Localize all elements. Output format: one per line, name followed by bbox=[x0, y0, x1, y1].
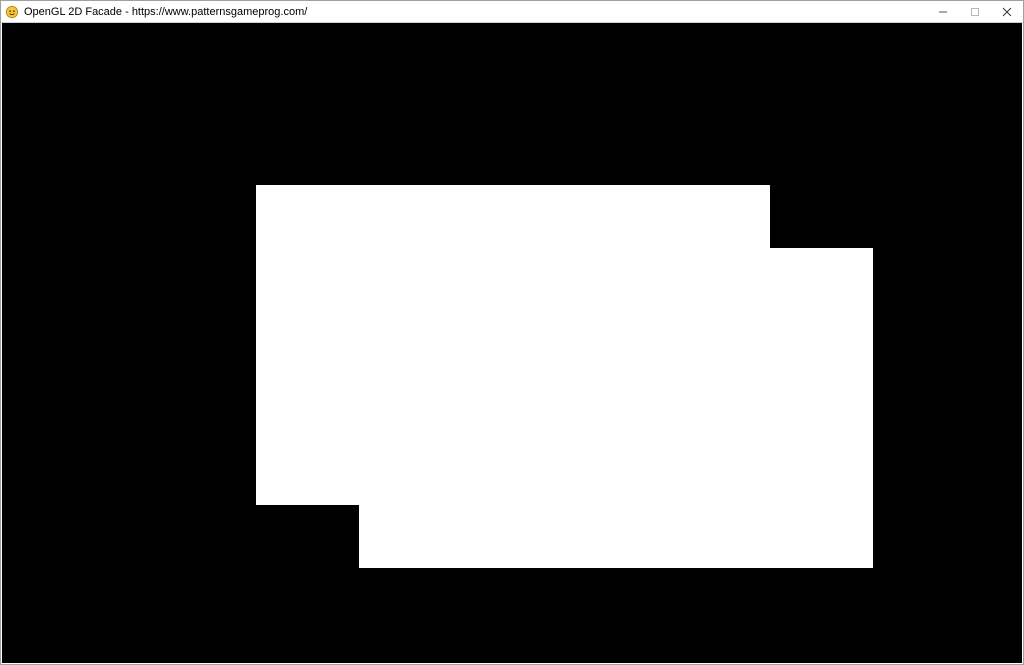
minimize-button[interactable] bbox=[927, 1, 959, 22]
titlebar[interactable]: OpenGL 2D Facade - https://www.patternsg… bbox=[1, 1, 1023, 23]
close-button[interactable] bbox=[991, 1, 1023, 22]
window-title: OpenGL 2D Facade - https://www.patternsg… bbox=[24, 6, 307, 18]
render-rect-1 bbox=[359, 248, 873, 568]
opengl-canvas bbox=[2, 23, 1022, 663]
app-icon bbox=[5, 5, 19, 19]
maximize-button bbox=[959, 1, 991, 22]
window-controls bbox=[927, 1, 1023, 22]
